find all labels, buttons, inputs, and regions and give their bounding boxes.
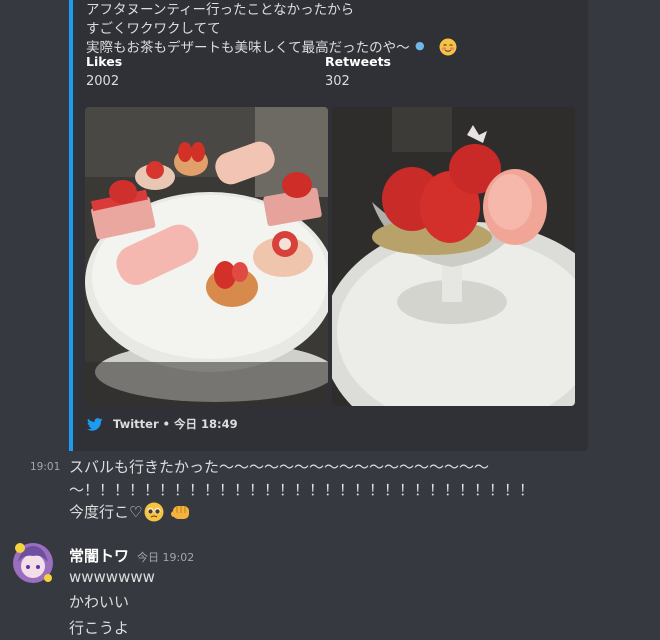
embed-image-afternoon-tea[interactable]	[85, 107, 328, 406]
likes-value: 2002	[86, 74, 120, 89]
message-line-3: 行こうよ	[69, 619, 130, 637]
message-line-1: スバルも行きたかった〜〜〜〜〜〜〜〜〜〜〜〜〜〜〜〜〜〜	[69, 458, 490, 476]
pleading-face-emoji	[144, 502, 164, 522]
message-text: 今度行こ♡	[69, 503, 143, 521]
footer-time: 今日 18:49	[173, 417, 238, 431]
retweets-value: 302	[325, 74, 350, 89]
author-name[interactable]: 常闇トワ	[69, 545, 129, 566]
smiling-face-emoji	[439, 38, 457, 56]
message-line-1: wwwwwww	[69, 568, 155, 586]
embed-image-strawberry-parfait[interactable]	[332, 107, 575, 406]
tweet-embed: アフタヌーンティー行ったことなかったから すごくワクワクしてて 実際もお茶もデザ…	[69, 0, 588, 451]
message-line-3: 今度行こ♡	[69, 501, 192, 523]
fist-emoji	[171, 506, 190, 519]
user-avatar[interactable]	[12, 542, 54, 584]
embed-footer: Twitter • 今日 18:49	[87, 416, 238, 432]
embed-description: アフタヌーンティー行ったことなかったから すごくワクワクしてて 実際もお茶もデザ…	[86, 2, 410, 56]
footer-source: Twitter	[113, 417, 159, 431]
message-line-2: かわいい	[69, 593, 130, 611]
likes-label: Likes	[86, 54, 123, 69]
twitter-bird-icon	[87, 417, 103, 431]
message-timestamp: 19:01	[30, 461, 61, 473]
message-line-2: 〜！！！！！！！！！！！！！！！！！！！！！！！！！！！！！！	[69, 481, 535, 499]
likes-field: Likes 2002	[86, 54, 122, 90]
retweets-label: Retweets	[325, 54, 391, 69]
message-timestamp: 今日 19:02	[137, 551, 195, 564]
footer-separator: •	[162, 417, 170, 431]
teapot-emoji: ●	[415, 39, 425, 52]
retweets-field: Retweets 302	[325, 54, 391, 90]
message-header: 常闇トワ 今日 19:02	[69, 545, 194, 566]
